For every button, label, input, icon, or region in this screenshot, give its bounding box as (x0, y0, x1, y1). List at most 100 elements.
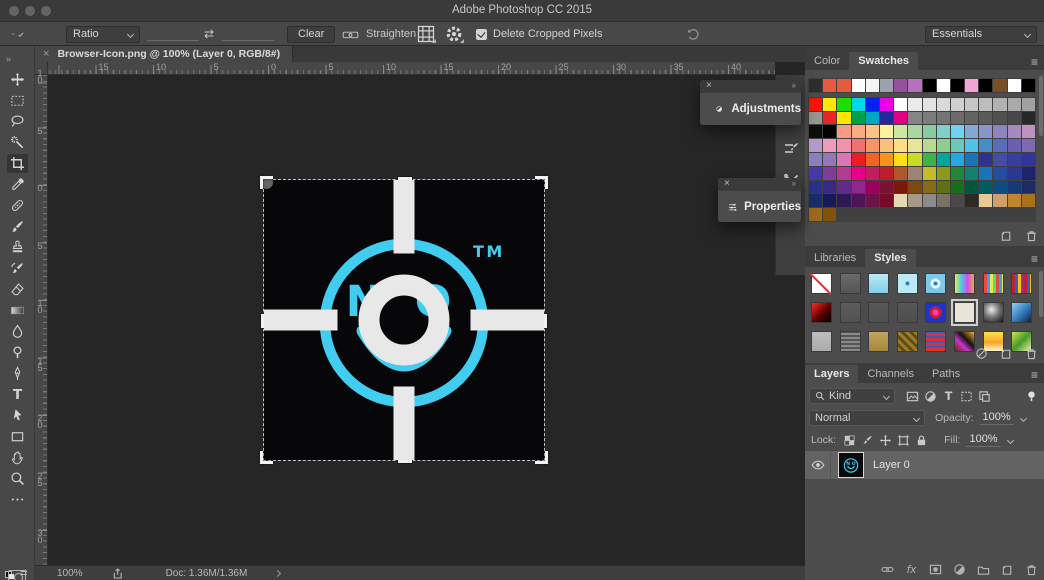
swatch[interactable] (937, 112, 950, 125)
swatch[interactable] (823, 153, 836, 166)
filter-smart-objects-icon[interactable] (975, 388, 993, 404)
swatch[interactable] (837, 194, 850, 207)
document-tab[interactable]: × Browser-Icon.png @ 100% (Layer 0, RGB/… (35, 46, 293, 62)
share-export-icon[interactable] (111, 567, 124, 580)
crop-center-target[interactable] (264, 180, 544, 460)
delete-cropped-pixels-checkbox[interactable]: Delete Cropped Pixels (476, 22, 602, 46)
swatch[interactable] (894, 181, 907, 194)
add-layer-mask-icon[interactable] (929, 563, 942, 576)
crop-overlay-options-button[interactable] (416, 22, 436, 46)
swatch[interactable] (880, 139, 893, 152)
quick-mask-button[interactable] (8, 570, 26, 580)
swatch[interactable] (993, 125, 1006, 138)
filter-kind-select[interactable]: Kind (809, 388, 895, 404)
panel-menu-icon[interactable]: ≡ (1031, 55, 1038, 69)
tool-pen[interactable] (7, 364, 28, 383)
swatch[interactable] (923, 125, 936, 138)
swatch[interactable] (880, 194, 893, 207)
swatch[interactable] (866, 125, 879, 138)
style-swatch[interactable] (897, 302, 918, 323)
swatch[interactable] (809, 79, 822, 92)
style-swatch[interactable] (1011, 273, 1032, 294)
swatch[interactable] (1022, 194, 1035, 207)
tab-paths[interactable]: Paths (923, 365, 969, 383)
opacity-chevron[interactable] (1020, 414, 1027, 421)
layer-visibility-toggle[interactable] (805, 451, 831, 479)
swatch[interactable] (923, 98, 936, 111)
tab-libraries[interactable]: Libraries (805, 249, 865, 267)
swatch[interactable] (908, 98, 921, 111)
style-swatch[interactable] (868, 302, 889, 323)
swatch[interactable] (880, 112, 893, 125)
adjustments-panel-header[interactable]: × » (700, 80, 801, 93)
tool-crop[interactable] (7, 154, 28, 173)
swatch[interactable] (866, 112, 879, 125)
swatch[interactable] (979, 153, 992, 166)
style-swatch[interactable] (925, 331, 946, 352)
swatch[interactable] (965, 153, 978, 166)
tab-channels[interactable]: Channels (858, 365, 922, 383)
swatch[interactable] (837, 125, 850, 138)
swatch[interactable] (1022, 181, 1035, 194)
style-swatch[interactable] (840, 302, 861, 323)
swatch[interactable] (965, 112, 978, 125)
swatch[interactable] (880, 79, 893, 92)
swatch[interactable] (823, 112, 836, 125)
swatch[interactable] (852, 112, 865, 125)
swatch[interactable] (809, 181, 822, 194)
swatch[interactable] (837, 153, 850, 166)
swatch[interactable] (1022, 167, 1035, 180)
swatch[interactable] (951, 194, 964, 207)
filter-pixel-layers-icon[interactable] (903, 388, 921, 404)
swatch[interactable] (866, 194, 879, 207)
swatch[interactable] (809, 139, 822, 152)
swatch[interactable] (979, 194, 992, 207)
swatch[interactable] (979, 112, 992, 125)
swatch[interactable] (923, 181, 936, 194)
swatch[interactable] (937, 139, 950, 152)
swatch[interactable] (979, 98, 992, 111)
swatch[interactable] (993, 167, 1006, 180)
swatch[interactable] (951, 139, 964, 152)
collapse-tools-chevron[interactable]: » (6, 54, 10, 64)
swatch[interactable] (823, 139, 836, 152)
swatch[interactable] (1008, 153, 1021, 166)
style-swatch[interactable] (840, 273, 861, 294)
layer-name[interactable]: Layer 0 (873, 459, 910, 471)
style-swatch[interactable] (954, 302, 975, 323)
swatch[interactable] (908, 167, 921, 180)
swatch[interactable] (1022, 79, 1035, 92)
tool-rectangular-marquee[interactable] (7, 91, 28, 110)
tool-lasso[interactable] (7, 112, 28, 131)
filter-type-layers-icon[interactable]: T (939, 388, 957, 404)
tool-type[interactable]: T (7, 385, 28, 404)
swatch[interactable] (809, 125, 822, 138)
tool-history-brush[interactable] (7, 259, 28, 278)
tab-styles[interactable]: Styles (865, 249, 915, 267)
style-swatch[interactable] (811, 331, 832, 352)
swatch[interactable] (809, 112, 822, 125)
trash-icon[interactable] (1025, 229, 1038, 242)
opacity-value[interactable]: 100% (980, 411, 1014, 425)
tool-magic-wand[interactable] (7, 133, 28, 152)
style-swatch[interactable] (954, 331, 975, 352)
panel-menu-icon[interactable]: ≡ (1031, 252, 1038, 266)
scrollbar-thumb[interactable] (1039, 76, 1043, 136)
new-layer-icon[interactable] (1001, 563, 1014, 576)
tab-layers[interactable]: Layers (805, 365, 858, 383)
swatch[interactable] (1008, 79, 1021, 92)
filter-toggle-pin-icon[interactable] (1022, 388, 1040, 404)
swatch[interactable] (937, 181, 950, 194)
lock-transparency-icon[interactable] (840, 432, 858, 448)
clear-style-icon[interactable] (975, 347, 988, 360)
crop-height-input[interactable] (222, 27, 274, 41)
canvas-image[interactable]: N O TM (264, 180, 544, 460)
swatch[interactable] (993, 153, 1006, 166)
swatch[interactable] (866, 98, 879, 111)
swatch[interactable] (852, 153, 865, 166)
tool-eraser[interactable] (7, 280, 28, 299)
properties-floating-panel[interactable]: × » Properties (718, 178, 801, 222)
swatch[interactable] (837, 167, 850, 180)
swatch[interactable] (894, 139, 907, 152)
swatch[interactable] (979, 79, 992, 92)
